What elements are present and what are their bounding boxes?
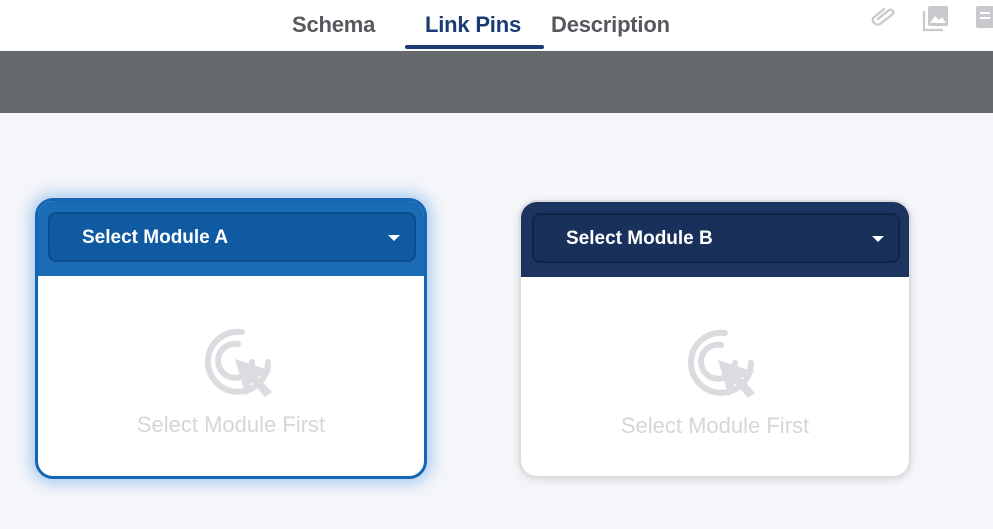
active-tab-indicator [405,45,544,49]
toolbar-strip [0,51,993,113]
module-a-header: Select Module A [38,201,424,276]
module-b-card: Select Module B Select Module First [519,200,911,478]
paperclip-icon[interactable] [869,4,897,33]
tab-link-pins[interactable]: Link Pins [425,12,521,38]
module-a-select-label: Select Module A [82,227,229,248]
module-b-select[interactable]: Select Module B [532,213,900,263]
click-cursor-icon [685,327,759,406]
tab-schema[interactable]: Schema [292,12,375,38]
module-a-select[interactable]: Select Module A [48,212,416,262]
module-b-header: Select Module B [521,202,909,277]
tab-bar: Schema Link Pins Description [0,0,993,51]
tab-description[interactable]: Description [551,12,670,38]
module-a-card: Select Module A Select Module First [35,198,427,479]
click-cursor-icon [202,326,276,405]
document-icon[interactable] [974,4,993,35]
module-b-empty-text: Select Module First [620,413,810,438]
chevron-down-icon [388,235,400,241]
module-b-select-label: Select Module B [566,228,713,249]
module-a-empty-text: Select Module First [136,412,326,437]
chevron-down-icon [872,236,884,242]
image-icon[interactable] [922,4,950,37]
